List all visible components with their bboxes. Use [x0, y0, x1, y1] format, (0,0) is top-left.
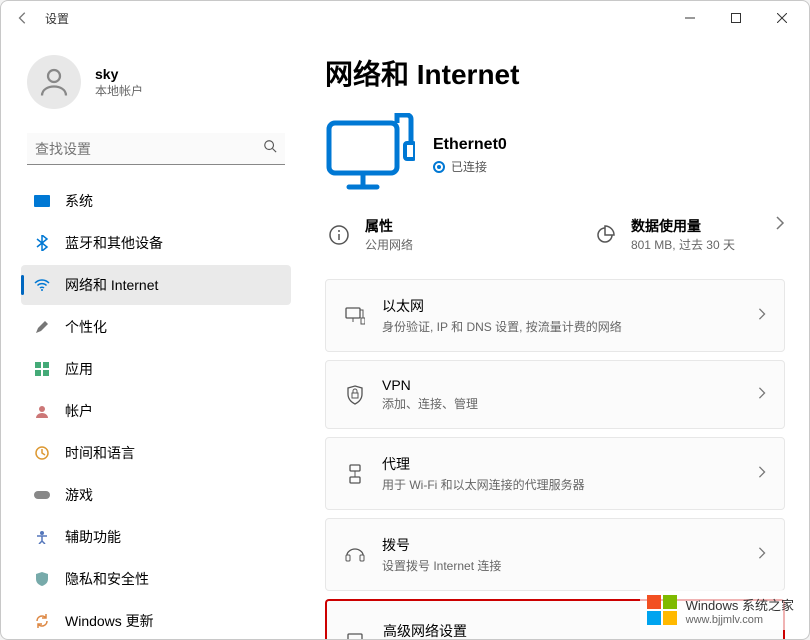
nav-label: 隐私和安全性 — [65, 569, 149, 589]
maximize-button[interactable] — [713, 2, 759, 34]
proxy-icon — [344, 463, 366, 485]
nav-accessibility[interactable]: 辅助功能 — [21, 517, 291, 557]
card-title: VPN — [382, 377, 742, 393]
network-monitor-icon — [325, 113, 415, 198]
nav-privacy[interactable]: 隐私和安全性 — [21, 559, 291, 599]
connection-name: Ethernet0 — [433, 136, 507, 154]
profile-name: sky — [95, 66, 143, 82]
settings-window: 设置 sky 本地帐户 系统 — [0, 0, 810, 640]
watermark-text: Windows 系统之家 — [686, 598, 794, 613]
search-box[interactable] — [27, 133, 285, 165]
content-area: 网络和 Internet Ethernet0 已连接 属性 — [301, 35, 809, 639]
avatar — [27, 55, 81, 109]
card-sub: 用于 Wi-Fi 和以太网连接的代理服务器 — [382, 476, 742, 493]
maximize-icon — [731, 13, 741, 23]
properties-sub: 公用网络 — [365, 236, 413, 253]
search-input[interactable] — [35, 141, 263, 157]
profile-sub: 本地帐户 — [95, 82, 143, 99]
nav-accounts[interactable]: 帐户 — [21, 391, 291, 431]
nav-label: 时间和语言 — [65, 443, 135, 463]
bluetooth-icon — [33, 234, 51, 252]
profile-block[interactable]: sky 本地帐户 — [21, 45, 291, 129]
chart-icon — [591, 221, 619, 249]
shield-icon — [33, 570, 51, 588]
system-icon — [33, 192, 51, 210]
vpn-shield-icon — [344, 384, 366, 406]
update-icon — [33, 612, 51, 629]
properties-title: 属性 — [365, 216, 413, 236]
card-sub: 添加、连接、管理 — [382, 395, 742, 412]
card-title: 拨号 — [382, 535, 742, 555]
dialup-icon — [344, 544, 366, 566]
nav-apps[interactable]: 应用 — [21, 349, 291, 389]
wifi-icon — [33, 276, 51, 294]
apps-icon — [33, 360, 51, 378]
advanced-network-icon — [345, 630, 367, 640]
usage-title: 数据使用量 — [631, 216, 735, 236]
watermark-logo-icon — [644, 592, 680, 628]
chevron-right-icon — [758, 546, 766, 564]
chevron-right-icon — [758, 307, 766, 325]
close-icon — [777, 13, 787, 23]
card-sub: 身份验证, IP 和 DNS 设置, 按流量计费的网络 — [382, 318, 742, 335]
watermark-url: www.bjjmlv.com — [686, 614, 794, 626]
nav-list: 系统 蓝牙和其他设备 网络和 Internet 个性化 应用 — [21, 181, 291, 629]
card-proxy[interactable]: 代理用于 Wi-Fi 和以太网连接的代理服务器 — [325, 437, 785, 510]
nav-label: 游戏 — [65, 485, 93, 505]
settings-cards: 以太网身份验证, IP 和 DNS 设置, 按流量计费的网络 VPN 添加、连接、… — [325, 279, 785, 639]
nav-label: 网络和 Internet — [65, 275, 158, 295]
nav-gaming[interactable]: 游戏 — [21, 475, 291, 515]
usage-sub: 801 MB, 过去 30 天 — [631, 236, 735, 253]
card-title: 代理 — [382, 454, 742, 474]
nav-label: Windows 更新 — [65, 611, 154, 629]
chevron-right-icon — [758, 386, 766, 404]
close-button[interactable] — [759, 2, 805, 34]
minimize-icon — [685, 13, 695, 23]
page-heading: 网络和 Internet — [325, 53, 785, 93]
nav-label: 系统 — [65, 191, 93, 211]
gaming-icon — [33, 486, 51, 504]
watermark: Windows 系统之家 www.bjjmlv.com — [640, 590, 798, 630]
sidebar: sky 本地帐户 系统 蓝牙和其他设备 网络和 I — [1, 35, 301, 639]
chevron-right-icon — [758, 465, 766, 483]
nav-personalization[interactable]: 个性化 — [21, 307, 291, 347]
info-row: 属性 公用网络 数据使用量 801 MB, 过去 30 天 — [325, 216, 785, 253]
ethernet-icon — [344, 305, 366, 327]
nav-network[interactable]: 网络和 Internet — [21, 265, 291, 305]
brush-icon — [33, 318, 51, 336]
card-sub: 设置拨号 Internet 连接 — [382, 557, 742, 574]
nav-label: 辅助功能 — [65, 527, 121, 547]
search-icon — [263, 139, 277, 158]
chevron-right-icon — [775, 216, 785, 235]
connected-indicator-icon — [433, 161, 445, 173]
data-usage-block[interactable]: 数据使用量 801 MB, 过去 30 天 — [591, 216, 735, 253]
nav-update[interactable]: Windows 更新 — [21, 601, 291, 629]
card-ethernet[interactable]: 以太网身份验证, IP 和 DNS 设置, 按流量计费的网络 — [325, 279, 785, 352]
minimize-button[interactable] — [667, 2, 713, 34]
nav-label: 帐户 — [65, 401, 93, 421]
nav-label: 应用 — [65, 359, 93, 379]
card-dialup[interactable]: 拨号设置拨号 Internet 连接 — [325, 518, 785, 591]
nav-bluetooth[interactable]: 蓝牙和其他设备 — [21, 223, 291, 263]
nav-time-language[interactable]: 时间和语言 — [21, 433, 291, 473]
person-icon — [36, 64, 72, 100]
info-icon — [325, 221, 353, 249]
nav-label: 个性化 — [65, 317, 107, 337]
accounts-icon — [33, 402, 51, 420]
properties-block[interactable]: 属性 公用网络 — [325, 216, 413, 253]
time-icon — [33, 444, 51, 462]
titlebar: 设置 — [1, 1, 809, 35]
nav-system[interactable]: 系统 — [21, 181, 291, 221]
connection-state: 已连接 — [451, 158, 487, 175]
back-arrow-icon — [16, 11, 30, 25]
back-button[interactable] — [11, 6, 35, 30]
card-vpn[interactable]: VPN 添加、连接、管理 — [325, 360, 785, 429]
accessibility-icon — [33, 528, 51, 546]
network-status-block: Ethernet0 已连接 — [325, 113, 785, 198]
card-title: 以太网 — [382, 296, 742, 316]
window-title: 设置 — [45, 10, 69, 27]
nav-label: 蓝牙和其他设备 — [65, 233, 163, 253]
